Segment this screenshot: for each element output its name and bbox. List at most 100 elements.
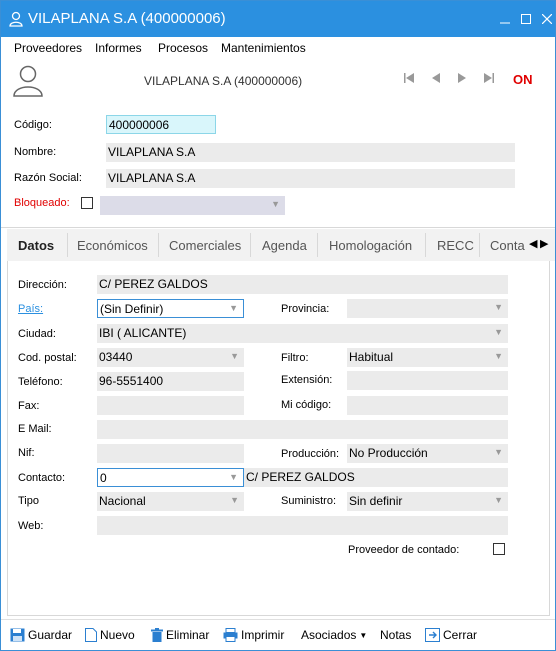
tab-comerciales[interactable]: Comerciales xyxy=(169,238,241,253)
chevron-down-icon: ▼ xyxy=(271,199,280,209)
guardar-button[interactable]: Guardar xyxy=(10,628,72,642)
produccion-select[interactable]: No Producción ▼ xyxy=(347,444,508,463)
telefono-label: Teléfono: xyxy=(18,376,63,388)
notas-button[interactable]: Notas xyxy=(380,628,411,642)
web-label: Web: xyxy=(18,520,44,532)
bloqueado-select[interactable]: ▼ xyxy=(100,196,285,215)
asociados-label: Asociados xyxy=(301,628,357,642)
tab-divider xyxy=(425,233,426,257)
chevron-down-icon: ▼ xyxy=(494,447,503,457)
chevron-down-icon: ▼ xyxy=(230,351,239,361)
tab-datos[interactable]: Datos xyxy=(18,238,54,253)
provincia-select[interactable]: ▼ xyxy=(347,299,508,318)
tab-divider xyxy=(67,233,68,257)
tab-scroll-left-icon[interactable]: ◀ xyxy=(529,237,537,250)
nombre-field[interactable]: VILAPLANA S.A xyxy=(106,143,515,162)
filtro-select[interactable]: Habitual ▼ xyxy=(347,348,508,367)
asociados-button[interactable]: Asociados ▼ xyxy=(301,628,367,642)
razon-social-label: Razón Social: xyxy=(14,172,82,184)
cod-postal-value: 03440 xyxy=(99,350,133,364)
bloqueado-label: Bloqueado: xyxy=(14,197,70,209)
contacto-select[interactable]: 0 ▼ xyxy=(97,468,244,487)
contacto-label: Contacto: xyxy=(18,472,66,484)
cod-postal-select[interactable]: 03440 ▼ xyxy=(97,348,244,367)
close-button[interactable] xyxy=(535,7,556,31)
nuevo-button[interactable]: Nuevo xyxy=(85,628,135,642)
save-icon xyxy=(10,628,25,642)
tab-divider xyxy=(479,233,480,257)
record-title: VILAPLANA S.A (400000006) xyxy=(144,74,303,88)
cod-postal-label: Cod. postal: xyxy=(18,352,77,364)
maximize-icon xyxy=(521,14,531,24)
imprimir-button[interactable]: Imprimir xyxy=(223,628,284,642)
web-field[interactable] xyxy=(97,516,508,535)
extension-field[interactable] xyxy=(347,371,508,390)
next-record-icon[interactable] xyxy=(455,71,469,85)
chevron-down-icon: ▼ xyxy=(229,303,238,313)
menu-informes[interactable]: Informes xyxy=(95,41,142,55)
proveedor-contado-label: Proveedor de contado: xyxy=(348,544,460,556)
tab-agenda[interactable]: Agenda xyxy=(262,238,307,253)
title-bar[interactable]: VILAPLANA S.A (400000006) xyxy=(1,1,555,37)
menu-mantenimientos[interactable]: Mantenimientos xyxy=(221,41,306,55)
contacto-description: C/ PEREZ GALDOS xyxy=(244,468,508,487)
chevron-down-icon: ▼ xyxy=(494,327,503,337)
tab-conta[interactable]: Conta xyxy=(490,238,525,253)
fax-label: Fax: xyxy=(18,400,40,412)
menu-proveedores[interactable]: Proveedores xyxy=(14,41,82,55)
last-record-icon[interactable] xyxy=(482,71,496,85)
bloqueado-checkbox[interactable] xyxy=(81,197,93,209)
menu-procesos[interactable]: Procesos xyxy=(158,41,208,55)
mi-codigo-field[interactable] xyxy=(347,396,508,415)
chevron-down-icon: ▼ xyxy=(494,302,503,312)
pais-select[interactable]: (Sin Definir) ▼ xyxy=(97,299,244,318)
fax-field[interactable] xyxy=(97,396,244,415)
ciudad-label: Ciudad: xyxy=(18,328,56,340)
divider xyxy=(1,227,555,228)
previous-record-icon[interactable] xyxy=(429,71,443,85)
tab-divider xyxy=(317,233,318,257)
proveedor-contado-checkbox[interactable] xyxy=(493,543,505,555)
tab-economicos[interactable]: Económicos xyxy=(77,238,148,253)
suministro-value: Sin definir xyxy=(349,494,403,508)
telefono-field[interactable]: 96-5551400 xyxy=(97,372,244,391)
pais-link[interactable]: País: xyxy=(18,303,43,315)
tipo-select[interactable]: Nacional ▼ xyxy=(97,492,244,511)
pais-select-value: (Sin Definir) xyxy=(100,302,164,316)
mi-codigo-label: Mi código: xyxy=(281,399,332,411)
eliminar-label: Eliminar xyxy=(166,628,210,642)
user-icon xyxy=(9,11,23,27)
avatar-icon xyxy=(13,65,43,97)
trash-icon xyxy=(151,628,163,642)
supplier-window: VILAPLANA S.A (400000006) Proveedores In… xyxy=(0,0,556,651)
nif-label: Nif: xyxy=(18,447,35,459)
filtro-value: Habitual xyxy=(349,350,394,364)
eliminar-button[interactable]: Eliminar xyxy=(151,628,209,642)
chevron-down-icon: ▼ xyxy=(229,472,238,482)
tab-bar: Datos Económicos Comerciales Agenda Homo… xyxy=(7,229,555,261)
bottom-toolbar: Guardar Nuevo Eliminar Imprimir Asociado… xyxy=(1,619,555,651)
tab-recc[interactable]: RECC xyxy=(437,238,474,253)
codigo-field[interactable]: 400000006 xyxy=(106,115,216,134)
printer-icon xyxy=(223,628,238,642)
filtro-label: Filtro: xyxy=(281,352,309,364)
ciudad-select[interactable]: IBI ( ALICANTE) ▼ xyxy=(97,324,508,343)
razon-social-field[interactable]: VILAPLANA S.A xyxy=(106,169,515,188)
nif-field[interactable] xyxy=(97,444,244,463)
codigo-label: Código: xyxy=(14,119,52,131)
tab-scroll-right-icon[interactable]: ▶ xyxy=(540,237,548,250)
produccion-label: Producción: xyxy=(281,448,340,460)
suministro-select[interactable]: Sin definir ▼ xyxy=(347,492,508,511)
new-document-icon xyxy=(85,628,97,642)
tipo-label: Tipo xyxy=(18,495,39,507)
produccion-value: No Producción xyxy=(349,446,428,460)
cerrar-button[interactable]: Cerrar xyxy=(425,628,477,642)
first-record-icon[interactable] xyxy=(402,71,416,85)
ciudad-select-value: IBI ( ALICANTE) xyxy=(99,326,187,340)
tab-homologacion[interactable]: Homologación xyxy=(329,238,412,253)
tab-divider xyxy=(250,233,251,257)
nuevo-label: Nuevo xyxy=(100,628,135,642)
notas-label: Notas xyxy=(380,628,412,642)
email-field[interactable] xyxy=(97,420,508,439)
direccion-field[interactable]: C/ PEREZ GALDOS xyxy=(97,275,508,294)
